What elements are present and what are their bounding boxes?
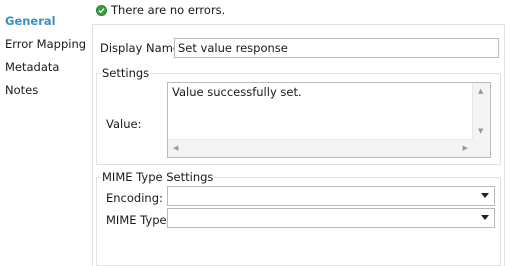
value-text: Value successfully set. xyxy=(172,85,302,99)
chevron-down-icon[interactable] xyxy=(481,215,489,220)
check-circle-icon xyxy=(96,4,107,16)
sidebar-nav: General Error Mapping Metadata Notes xyxy=(0,0,92,266)
display-name-value: Set value response xyxy=(178,41,288,55)
mime-type-label: MIME Type: xyxy=(106,213,171,227)
vertical-scrollbar[interactable]: ▲ ▼ xyxy=(472,83,490,140)
nav-item-error-mapping[interactable]: Error Mapping xyxy=(5,37,86,51)
mime-settings-title: MIME Type Settings xyxy=(102,170,214,184)
encoding-select[interactable] xyxy=(167,186,495,206)
scroll-corner xyxy=(473,140,490,157)
value-label: Value: xyxy=(106,117,142,131)
nav-item-metadata[interactable]: Metadata xyxy=(5,60,59,74)
scroll-right-icon[interactable]: ▶ xyxy=(463,145,468,152)
nav-item-general[interactable]: General xyxy=(5,14,56,28)
status-text: There are no errors. xyxy=(111,3,226,17)
nav-item-notes[interactable]: Notes xyxy=(5,83,38,97)
display-name-input[interactable]: Set value response xyxy=(174,38,499,58)
status-message: There are no errors. xyxy=(96,3,225,17)
properties-editor: General Error Mapping Metadata Notes The… xyxy=(0,0,507,266)
scroll-down-icon[interactable]: ▼ xyxy=(478,128,483,135)
horizontal-scrollbar[interactable]: ◀ ▶ xyxy=(168,139,473,157)
mime-type-select[interactable] xyxy=(167,208,495,228)
scroll-left-icon[interactable]: ◀ xyxy=(173,145,178,152)
general-panel: Display Name: Set value response Setting… xyxy=(92,24,505,266)
chevron-down-icon[interactable] xyxy=(481,193,489,198)
display-name-label: Display Name: xyxy=(100,41,184,55)
encoding-label: Encoding: xyxy=(106,191,163,205)
value-textarea[interactable]: Value successfully set. ▲ ▼ ◀ ▶ xyxy=(167,82,491,158)
settings-title: Settings xyxy=(102,66,150,80)
display-name-row: Display Name: xyxy=(100,38,184,58)
scroll-up-icon[interactable]: ▲ xyxy=(478,88,483,95)
